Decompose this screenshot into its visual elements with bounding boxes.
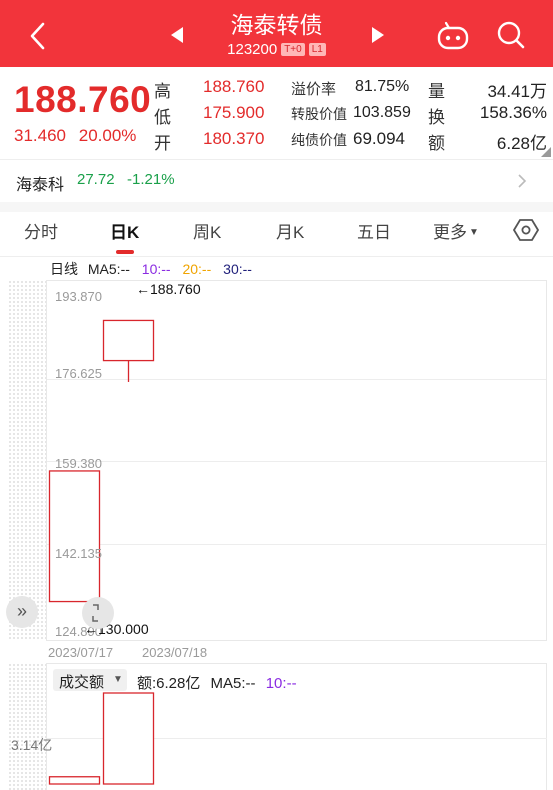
y-tick-label: 159.380 (55, 456, 102, 471)
amount-label: 额 (428, 134, 445, 153)
candle-body (48, 470, 101, 603)
low-value: 175.900 (203, 103, 265, 122)
volume-legend: 额:6.28亿 MA5:-- 10:-- (137, 672, 297, 693)
y-tick-label: 142.135 (55, 546, 102, 561)
active-tab-indicator (116, 250, 134, 254)
chevron-right-icon (517, 173, 527, 189)
bond-value-label: 纯债价值 (291, 132, 347, 148)
high-label: 高 (154, 82, 171, 101)
divider (0, 256, 553, 257)
premium-label: 溢价率 (291, 81, 337, 98)
turnover-label: 换 (428, 108, 445, 127)
ma-period-label: 日线 (50, 261, 78, 277)
volume-amount-text: 额:6.28亿 (137, 675, 201, 692)
volume-selector-label: 成交额 (59, 674, 105, 691)
corner-fold-icon (541, 147, 551, 157)
low-label: 低 (154, 108, 171, 127)
bond-value: 69.094 (353, 129, 405, 148)
bond-code: 123200 (227, 41, 278, 58)
fullscreen-button[interactable] (82, 597, 114, 629)
section-gap (0, 202, 553, 212)
change-percent: 20.00% (78, 126, 137, 145)
tab-more-label: 更多 (433, 223, 467, 242)
page-title: 海泰转债 (230, 12, 323, 38)
premium-value: 81.75% (355, 78, 410, 95)
conversion-value: 103.859 (353, 104, 411, 121)
volume-bar (48, 776, 101, 785)
turnover-value: 158.36% (479, 103, 547, 122)
tab-daily-k[interactable]: 日K (110, 218, 139, 243)
high-value: 188.760 (203, 77, 265, 96)
ma30-value: 30:-- (223, 261, 252, 277)
search-icon[interactable] (496, 20, 526, 50)
x-date-label: 2023/07/17 (48, 645, 114, 660)
fullscreen-icon (92, 604, 99, 622)
volume-indicator-selector[interactable]: 成交额 ▼ (53, 669, 127, 691)
price-change: 31.460 20.00% (14, 126, 136, 146)
ma5-value: MA5:-- (87, 261, 130, 277)
caret-down-icon: ▼ (469, 227, 479, 238)
y-tick-label: 193.870 (55, 289, 102, 304)
stock-change-pct: -1.21% (127, 171, 175, 188)
volume-axis-label: 3.14亿 (11, 737, 53, 753)
high-price-marker: ←188.760 (136, 281, 201, 297)
volume-label: 量 (428, 82, 445, 101)
tab-weekly-k[interactable]: 周K (193, 218, 221, 243)
ma-legend: 日线 MA5:-- 10:-- 20:-- 30:-- (50, 259, 252, 279)
double-chevron-right-icon: » (16, 601, 27, 621)
y-tick-label: 176.625 (55, 366, 102, 381)
header-bar: 海泰转债 123200 T+0 L1 (0, 0, 553, 67)
tab-intraday[interactable]: 分时 (24, 218, 58, 243)
expand-sidebar-button[interactable]: » (6, 596, 38, 628)
next-bond-icon[interactable] (371, 26, 385, 44)
tab-monthly-k[interactable]: 月K (276, 218, 304, 243)
chart-settings-icon[interactable] (512, 217, 540, 243)
underlying-stock-row[interactable]: 海泰科 27.72 -1.21% (0, 160, 553, 202)
conversion-value-label: 转股价值 (291, 106, 347, 122)
caret-down-icon: ▼ (113, 674, 123, 685)
stock-price: 27.72 (77, 171, 115, 188)
open-value: 180.370 (203, 129, 265, 148)
open-label: 开 (154, 134, 171, 153)
x-date-label: 2023/07/18 (142, 645, 208, 660)
amount-value: 6.28亿 (496, 134, 547, 153)
volume-bar (102, 692, 155, 785)
volume-ma10: 10:-- (265, 675, 297, 692)
change-value: 31.460 (14, 126, 66, 145)
last-price: 188.760 (14, 79, 152, 120)
robot-assistant-icon[interactable] (436, 20, 470, 52)
ma10-value: 10:-- (141, 261, 171, 277)
stock-name: 海泰科 (16, 177, 65, 194)
ma20-value: 20:-- (182, 261, 212, 277)
volume-ma5: MA5:-- (210, 675, 256, 692)
l1-badge: L1 (308, 43, 326, 56)
volume-value: 34.41万 (487, 82, 547, 101)
candle-body (102, 319, 155, 362)
t0-badge: T+0 (281, 43, 305, 56)
tab-more[interactable]: 更多 ▼ (433, 218, 479, 243)
tab-five-day[interactable]: 五日 (357, 218, 391, 243)
quote-panel: 188.760 31.460 20.00% 高 188.760 低 175.90… (0, 67, 553, 159)
bond-code-row: 123200 T+0 L1 (0, 41, 553, 58)
